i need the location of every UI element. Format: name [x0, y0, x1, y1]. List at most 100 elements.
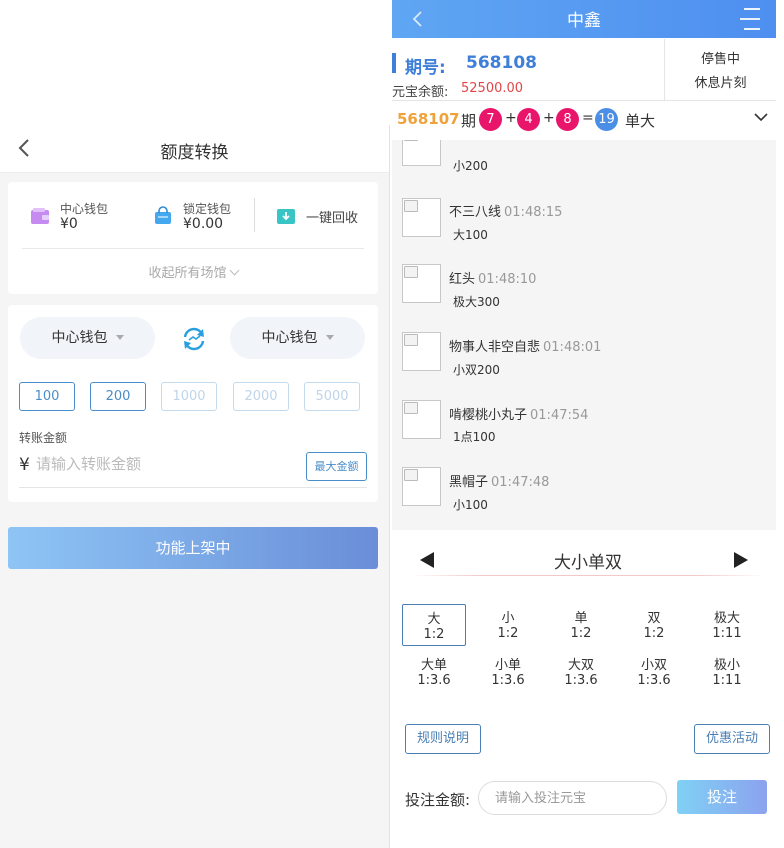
next-play-triangle-icon[interactable] [734, 552, 748, 568]
purse-icon [31, 208, 49, 224]
last-period-number: 568107 [397, 110, 460, 128]
list-item: 红头 01:48:10 极大300 [392, 264, 776, 332]
center-wallet-label: 中心钱包 [60, 202, 109, 216]
bet-panel: 大小单双 大 1:2 小 1:2 单 1:2 双 1:2 极大 1:11 大单 … [400, 530, 776, 848]
status-line-1: 停售中 [700, 52, 740, 67]
currency-symbol: ¥ [19, 455, 30, 475]
feed-username: 啃樱桃小丸子 [449, 408, 528, 423]
bet-option-odds: 1:2 [643, 626, 665, 641]
to-wallet-select[interactable]: 中心钱包 [230, 317, 365, 359]
transfer-screen: 额度转换 中心钱包 ¥0 锁定钱包 ¥0.00 一键回收 收起所有场馆 中心钱包… [0, 125, 390, 848]
list-item: 啃樱桃小丸子 01:47:54 1点100 [392, 400, 776, 468]
list-item: 小200 [392, 140, 776, 195]
from-wallet-select[interactable]: 中心钱包 [20, 317, 155, 359]
bet-option-name: 小单 [494, 658, 521, 673]
bet-option-odds: 1:3.6 [417, 673, 451, 688]
avatar [402, 140, 441, 166]
feed-username: 物事人非空自悲 [449, 340, 541, 355]
amount-option-2000[interactable]: 2000 [233, 382, 289, 411]
feed-bet: 小双200 [453, 363, 500, 377]
feed-user: 红头 01:48:10 [449, 268, 536, 287]
avatar [402, 332, 441, 371]
amount-option-100[interactable]: 100 [19, 382, 75, 411]
feed-bet: 1点100 [453, 430, 496, 444]
max-amount-button[interactable]: 最大金额 [306, 452, 367, 481]
feed-time: 01:48:10 [478, 272, 537, 287]
feed-username: 黑帽子 [449, 475, 489, 490]
bet-option-name: 大单 [420, 658, 447, 673]
collapse-venues-toggle[interactable]: 收起所有场馆 [8, 262, 378, 281]
bet-option[interactable]: 大 1:2 [402, 604, 466, 646]
app-root: 额度转换 中心钱包 ¥0 锁定钱包 ¥0.00 一键回收 收起所有场馆 中心钱包… [0, 0, 784, 848]
menu-icon[interactable] [738, 6, 762, 32]
list-item: 黑帽子 01:47:48 小100 [392, 467, 776, 530]
balance-label: 元宝余额: [392, 85, 449, 100]
avatar [402, 198, 441, 237]
page-title: 额度转换 [160, 143, 229, 163]
title-underline [410, 575, 766, 576]
bet-option-odds: 1:3.6 [564, 673, 598, 688]
feed-username: 不三八线 [449, 205, 502, 220]
bet-option[interactable]: 大单 1:3.6 [402, 651, 466, 693]
bet-amount-input[interactable] [478, 781, 667, 815]
bet-option-odds: 1:2 [570, 626, 592, 641]
swap-icon[interactable] [180, 325, 208, 353]
submit-transfer-button[interactable]: 功能上架中 [8, 527, 378, 569]
avatar [402, 400, 441, 439]
amount-option-1000[interactable]: 1000 [161, 382, 217, 411]
amount-option-5000[interactable]: 5000 [304, 382, 360, 411]
balance-value: 52500.00 [461, 81, 524, 96]
feed-time: 01:47:54 [530, 408, 589, 423]
bet-option-name: 单 [574, 611, 588, 626]
caret-down-icon [115, 335, 124, 340]
bet-option-name: 小 [501, 611, 515, 626]
locked-wallet-label: 锁定钱包 [183, 202, 232, 216]
to-wallet-label: 中心钱包 [261, 330, 318, 346]
bet-option[interactable]: 极小 1:11 [695, 651, 759, 693]
input-underline [19, 487, 367, 488]
feed-bet: 极大300 [453, 295, 500, 309]
rules-button[interactable]: 规则说明 [405, 724, 481, 754]
bet-option-odds: 1:11 [712, 673, 742, 688]
play-type-title: 大小单双 [554, 553, 622, 573]
bet-option[interactable]: 小单 1:3.6 [476, 651, 540, 693]
bet-option[interactable]: 双 1:2 [622, 604, 686, 646]
locked-wallet-value: ¥0.00 [183, 216, 224, 232]
bet-option[interactable]: 小 1:2 [476, 604, 540, 646]
download-box-icon [277, 209, 295, 224]
bet-option-name: 双 [647, 611, 661, 626]
bet-option-name: 小双 [640, 658, 667, 673]
feed-bet: 小100 [453, 498, 488, 512]
bet-option[interactable]: 极大 1:11 [695, 604, 759, 646]
bet-feed[interactable]: 小200 不三八线 01:48:15 大100 红头 01:48:10 极大300 … [392, 140, 776, 530]
bet-option-odds: 1:11 [712, 626, 742, 641]
bet-option[interactable]: 大双 1:3.6 [549, 651, 613, 693]
transfer-amount-input[interactable] [36, 455, 296, 473]
recall-label: 一键回收 [306, 211, 359, 226]
bet-option[interactable]: 单 1:2 [549, 604, 613, 646]
bet-option-name: 极大 [713, 611, 740, 626]
result-sum-ball: 19 [595, 108, 618, 131]
chevron-down-icon [229, 265, 239, 276]
promotions-button[interactable]: 优惠活动 [694, 724, 770, 754]
feed-user: 不三八线 01:48:15 [449, 201, 562, 220]
period-label: 期号: [405, 58, 446, 78]
bet-option-odds: 1:3.6 [491, 673, 525, 688]
result-ball: 7 [479, 108, 502, 131]
accent-bar [392, 53, 396, 73]
feed-time: 01:47:48 [491, 475, 550, 490]
chevron-down-icon[interactable] [753, 111, 769, 123]
amount-option-200[interactable]: 200 [90, 382, 146, 411]
bet-option[interactable]: 小双 1:3.6 [622, 651, 686, 693]
list-item: 物事人非空自悲 01:48:01 小双200 [392, 332, 776, 400]
sale-status: 停售中 休息片刻 [664, 39, 776, 101]
avatar [402, 264, 441, 303]
place-bet-button[interactable]: 投注 [677, 780, 767, 814]
from-wallet-label: 中心钱包 [51, 330, 108, 346]
bet-option-name: 大 [427, 612, 441, 627]
bet-option-odds: 1:3.6 [637, 673, 671, 688]
lottery-title: 中鑫 [567, 11, 601, 31]
feed-user: 黑帽子 01:47:48 [449, 471, 549, 490]
last-result-row[interactable]: 568107 期 7 + 4 + 8 = 19 单大 [392, 102, 776, 140]
period-suffix: 期 [461, 112, 477, 130]
